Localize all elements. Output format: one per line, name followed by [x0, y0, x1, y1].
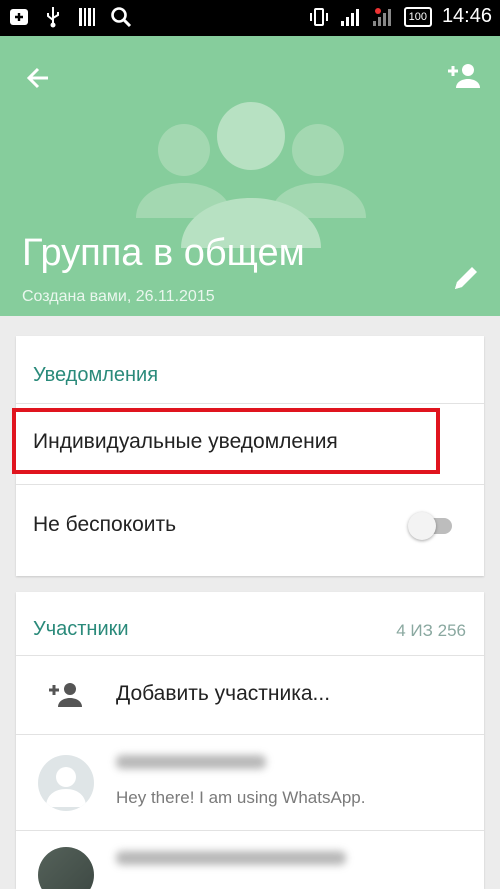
barcode-icon: [76, 6, 98, 28]
search-icon: [110, 6, 132, 28]
highlight-box: [12, 408, 440, 474]
clock: 14:46: [441, 5, 492, 27]
add-participant-header-button[interactable]: [446, 60, 482, 92]
member-name-redacted: [116, 851, 346, 865]
mute-label: Не беспокоить: [33, 513, 177, 536]
avatar: [38, 847, 94, 889]
vibrate-icon: [308, 6, 330, 28]
usb-icon: [42, 6, 64, 28]
member-row[interactable]: Hey there! I am using WhatsApp.: [16, 735, 484, 830]
member-name-redacted: [116, 755, 266, 769]
group-placeholder-icon: [136, 98, 366, 248]
participants-card: Участники 4 ИЗ 256 Добавить участника...…: [16, 592, 484, 889]
member-row[interactable]: [16, 831, 484, 889]
signal-icon: [340, 6, 362, 28]
person-add-icon: [48, 680, 84, 710]
person-add-icon: [448, 64, 480, 88]
plus-notification-icon: [8, 6, 30, 28]
group-title: Группа в общем: [22, 232, 305, 274]
notifications-section-title: Уведомления: [33, 364, 159, 386]
avatar: [38, 755, 94, 811]
participants-section-title: Участники: [33, 618, 129, 640]
signal-no-sim-icon: [372, 6, 394, 28]
member-status: Hey there! I am using WhatsApp.: [116, 788, 366, 807]
mute-toggle[interactable]: [408, 512, 454, 540]
back-button[interactable]: [22, 62, 54, 94]
edit-group-name-button[interactable]: [450, 262, 482, 294]
group-header: Группа в общем Создана вами, 26.11.2015: [0, 36, 500, 316]
add-participant-label: Добавить участника...: [116, 682, 331, 705]
participants-count: 4 ИЗ 256: [396, 621, 466, 640]
arrow-back-icon: [26, 67, 48, 89]
battery-indicator: 100: [403, 6, 432, 27]
pencil-icon: [455, 267, 477, 289]
toggle-thumb: [408, 512, 436, 540]
status-bar: 100 14:46: [0, 0, 500, 36]
group-created-info: Создана вами, 26.11.2015: [22, 288, 215, 305]
